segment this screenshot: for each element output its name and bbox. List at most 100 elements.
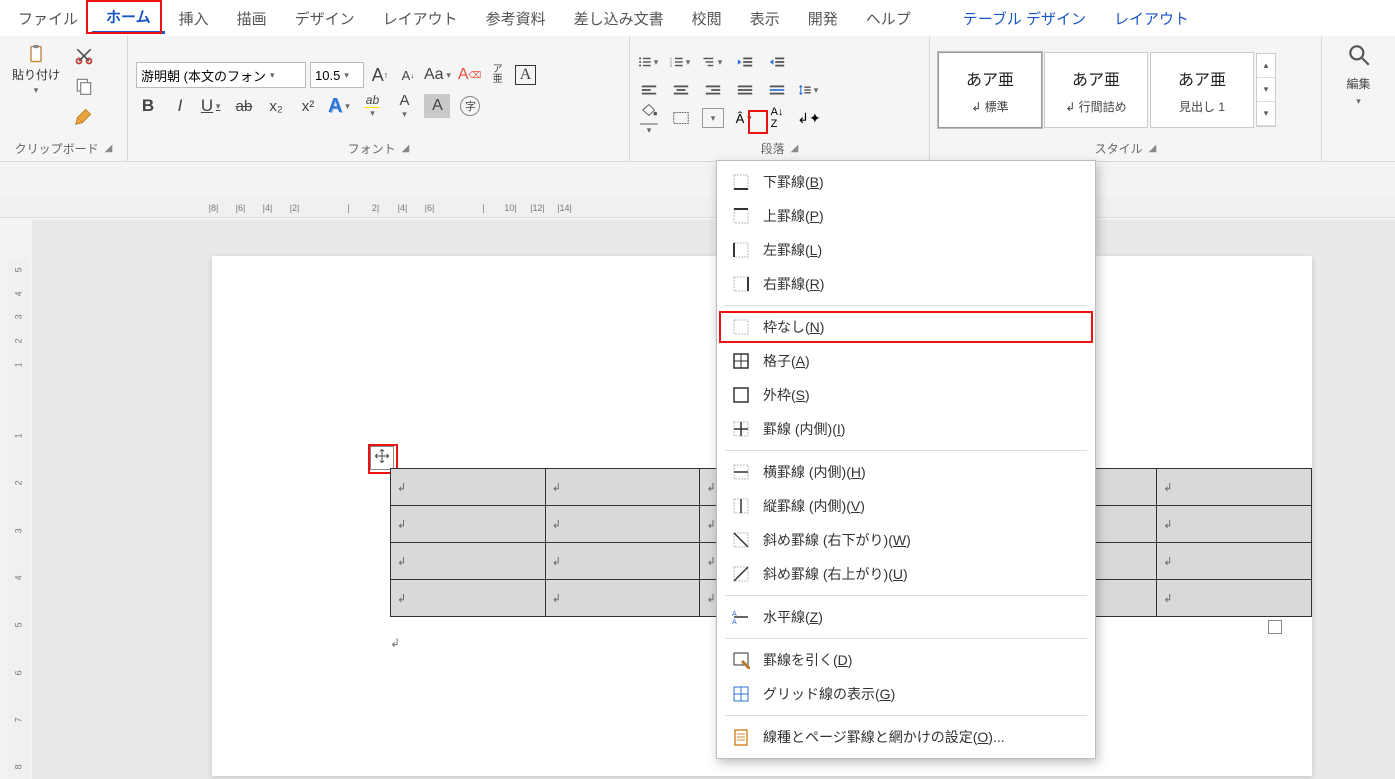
tab-home[interactable]: ホーム (92, 2, 165, 34)
font-launcher[interactable]: ◢ (402, 143, 410, 154)
tab-file[interactable]: ファイル (4, 4, 92, 33)
menu-separator (725, 450, 1087, 451)
align-right-button[interactable] (702, 80, 724, 100)
menu-item-right[interactable]: 右罫線(R) (717, 267, 1095, 301)
clear-formatting-button[interactable]: A⌫ (458, 63, 482, 87)
line-spacing-button[interactable]: ▾ (798, 80, 820, 100)
numbering-button[interactable]: 123▾ (670, 52, 692, 72)
menu-item-bottom[interactable]: 下罫線(B) (717, 165, 1095, 199)
tab-review[interactable]: 校閲 (678, 4, 736, 33)
menu-separator (725, 638, 1087, 639)
menu-item-inside[interactable]: 罫線 (内側)(I) (717, 412, 1095, 446)
subscript-button[interactable]: x₂ (264, 94, 288, 118)
menu-item-none[interactable]: 枠なし(N) (717, 310, 1095, 344)
change-case-button[interactable]: Aa▾ (424, 63, 454, 87)
style-scroll-down[interactable]: ▾ (1257, 78, 1275, 102)
shading-button[interactable]: ▾ (638, 108, 660, 128)
multilevel-list-button[interactable]: ▾ (702, 52, 724, 72)
tab-table-design[interactable]: テーブル デザイン (949, 4, 1100, 33)
tab-draw[interactable]: 描画 (223, 4, 281, 33)
font-name-combo[interactable]: 游明朝 (本文のフォン▾ (136, 62, 306, 88)
align-left-button[interactable] (638, 80, 660, 100)
find-icon[interactable] (1346, 42, 1372, 71)
paste-button[interactable]: 貼り付け ▾ (8, 42, 64, 98)
menu-item-insideh[interactable]: 横罫線 (内側)(H) (717, 455, 1095, 489)
style-card-normal[interactable]: あア亜 ↲ 標準 (938, 52, 1042, 128)
superscript-button[interactable]: x² (296, 94, 320, 118)
character-shading-button[interactable]: A (424, 94, 450, 118)
menu-item-diagup[interactable]: 斜め罫線 (右上がり)(U) (717, 557, 1095, 591)
table-move-handle[interactable] (370, 446, 394, 470)
increase-indent-button[interactable] (766, 52, 788, 72)
text-effects-button[interactable]: A▾ (328, 94, 352, 118)
style-card-nospacing[interactable]: あア亜 ↲ 行間詰め (1044, 52, 1148, 128)
font-size-combo[interactable]: 10.5▾ (310, 62, 364, 88)
tab-design[interactable]: デザイン (281, 4, 369, 33)
bold-button[interactable]: B (136, 94, 160, 118)
decrease-indent-button[interactable] (734, 52, 756, 72)
italic-button[interactable]: I (168, 94, 192, 118)
phonetic-guide-button[interactable]: ア亜 (486, 63, 510, 87)
align-center-button[interactable] (670, 80, 692, 100)
group-styles-label: スタイル (1095, 140, 1143, 157)
distributed-button[interactable] (766, 80, 788, 100)
grow-font-button[interactable]: A↑ (368, 63, 392, 87)
menu-item-hline[interactable]: AA水平線(Z) (717, 600, 1095, 634)
menu-item-left[interactable]: 左罫線(L) (717, 233, 1095, 267)
menu-item-gridlines[interactable]: グリッド線の表示(G) (717, 677, 1095, 711)
menu-item-all[interactable]: 格子(A) (717, 344, 1095, 378)
enclose-character-button[interactable]: 字 (458, 94, 482, 118)
text-direction-button[interactable]: Â▾ (734, 108, 756, 128)
document-area[interactable]: ↲↲↲↲ ↲↲↲↲ ↲↲↲↲ ↲↲↲↲ ↲ (32, 220, 1395, 779)
tab-developer[interactable]: 開発 (794, 4, 852, 33)
style-scroll-up[interactable]: ▴ (1257, 54, 1275, 78)
style-gallery-expand[interactable]: ▾ (1257, 102, 1275, 126)
tab-mailings[interactable]: 差し込み文書 (560, 4, 678, 33)
tab-references[interactable]: 参考資料 (472, 4, 560, 33)
brush-icon (74, 106, 94, 131)
menu-item-top[interactable]: 上罫線(P) (717, 199, 1095, 233)
tab-insert[interactable]: 挿入 (165, 4, 223, 33)
menu-item-diagdown[interactable]: 斜め罫線 (右下がり)(W) (717, 523, 1095, 557)
menu-item-insidev[interactable]: 縦罫線 (内側)(V) (717, 489, 1095, 523)
sort-button[interactable]: A↓Z (766, 108, 788, 128)
paste-label: 貼り付け (12, 66, 60, 83)
tab-help[interactable]: ヘルプ (852, 4, 925, 33)
strikethrough-button[interactable]: ab (232, 94, 256, 118)
ruler-vertical[interactable]: 5432112345678 (8, 258, 30, 779)
menu-item-label: 縦罫線 (内側)(V) (763, 496, 865, 516)
styles-launcher[interactable]: ◢ (1149, 143, 1157, 154)
format-painter-button[interactable] (72, 106, 96, 130)
highlight-color-button[interactable]: ab▾ (360, 94, 384, 118)
tab-table-layout[interactable]: レイアウト (1100, 4, 1203, 33)
style-card-heading1[interactable]: あア亜 見出し 1 (1150, 52, 1254, 128)
shrink-font-button[interactable]: A↓ (396, 63, 420, 87)
menu-item-box[interactable]: 外枠(S) (717, 378, 1095, 412)
menu-separator (725, 595, 1087, 596)
table-resize-handle[interactable] (1268, 620, 1282, 634)
align-justify-button[interactable] (734, 80, 756, 100)
copy-button[interactable] (72, 76, 96, 100)
tab-layout[interactable]: レイアウト (369, 4, 472, 33)
font-color-button[interactable]: A▾ (392, 94, 416, 118)
clipboard-launcher[interactable]: ◢ (105, 143, 113, 154)
ruler-horizontal[interactable]: |8||6||4||2||2||4||6||10||12||14||34||36… (0, 198, 1395, 218)
borders-button[interactable] (670, 108, 692, 128)
menu-item-label: 外枠(S) (763, 385, 810, 405)
menu-item-drawtable[interactable]: 罫線を引く(D) (717, 643, 1095, 677)
cut-button[interactable] (72, 46, 96, 70)
bullets-button[interactable]: ▾ (638, 52, 660, 72)
enclose-characters-button[interactable]: A (514, 63, 538, 87)
chevron-down-icon: ▾ (31, 85, 41, 96)
paragraph-launcher[interactable]: ◢ (791, 143, 799, 154)
tab-view[interactable]: 表示 (736, 4, 794, 33)
show-marks-button[interactable]: ↲✦ (798, 108, 820, 128)
menu-item-settings[interactable]: 線種とページ罫線と網かけの設定(O)... (717, 720, 1095, 754)
chevron-down-icon: ▾ (652, 57, 660, 68)
border-inside-icon (731, 419, 751, 439)
chevron-down-icon[interactable]: ▾ (1354, 96, 1364, 107)
menu-item-label: 罫線を引く(D) (763, 650, 852, 670)
underline-button[interactable]: U▾ (200, 94, 224, 118)
change-case-label: Aa (424, 66, 444, 84)
borders-dropdown-button[interactable]: ▾ (702, 108, 724, 128)
